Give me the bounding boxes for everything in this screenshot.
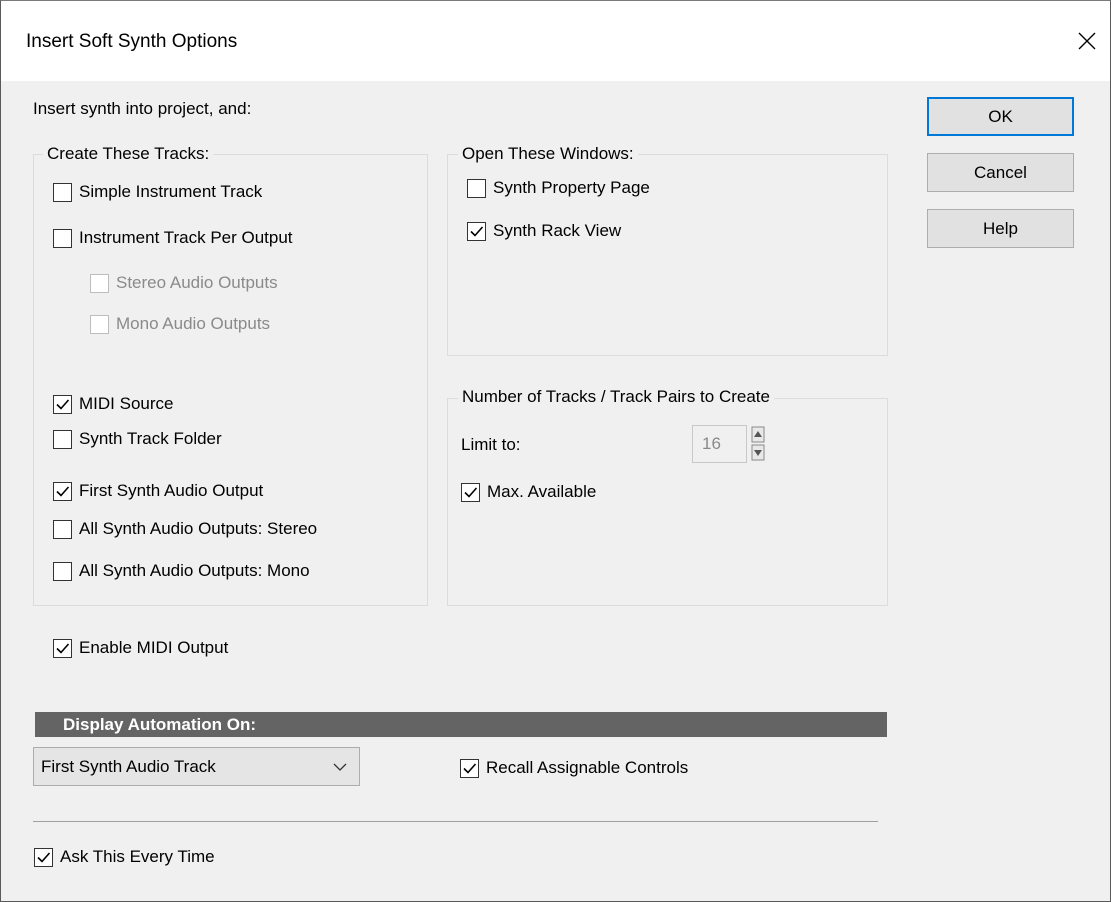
create-tracks-group-title: Create These Tracks: — [43, 144, 214, 164]
checkbox-box[interactable] — [53, 561, 72, 581]
checkbox-label: Synth Rack View — [493, 221, 622, 240]
checkbox-synth-rack-view[interactable]: Synth Rack View — [467, 221, 621, 241]
checkbox-label: Simple Instrument Track — [79, 182, 263, 201]
checkbox-simple-instrument-track[interactable]: Simple Instrument Track — [53, 182, 262, 202]
checkbox-box[interactable] — [467, 221, 486, 241]
checkbox-label: Max. Available — [487, 482, 597, 501]
check-icon — [464, 486, 478, 498]
open-windows-group-title: Open These Windows: — [458, 144, 638, 164]
checkbox-box[interactable] — [34, 847, 53, 867]
checkbox-box[interactable] — [53, 228, 72, 248]
help-button[interactable]: Help — [927, 209, 1074, 248]
checkbox-label: MIDI Source — [79, 394, 174, 413]
checkbox-box[interactable] — [53, 394, 72, 414]
ok-button[interactable]: OK — [927, 97, 1074, 136]
checkbox-label: Instrument Track Per Output — [79, 228, 293, 247]
close-icon — [1078, 32, 1096, 50]
checkbox-label: All Synth Audio Outputs: Mono — [79, 561, 310, 580]
display-automation-select[interactable]: First Synth Audio Track — [33, 747, 360, 786]
checkbox-box[interactable] — [460, 758, 479, 778]
chevron-down-icon — [333, 763, 347, 771]
spin-arrows-icon — [751, 426, 765, 461]
checkbox-box[interactable] — [53, 519, 72, 539]
checkbox-all-outputs-mono[interactable]: All Synth Audio Outputs: Mono — [53, 561, 310, 581]
checkbox-box[interactable] — [53, 182, 72, 202]
checkbox-stereo-audio-outputs[interactable]: Stereo Audio Outputs — [90, 273, 278, 293]
checkbox-mono-audio-outputs[interactable]: Mono Audio Outputs — [90, 314, 270, 334]
number-of-tracks-group-title: Number of Tracks / Track Pairs to Create — [458, 387, 774, 407]
check-icon — [56, 398, 70, 410]
intro-label: Insert synth into project, and: — [33, 99, 252, 118]
checkbox-box[interactable] — [90, 273, 109, 293]
dialog-title: Insert Soft Synth Options — [26, 31, 238, 52]
display-automation-header: Display Automation On: — [35, 712, 887, 737]
close-button[interactable] — [1064, 15, 1110, 67]
checkbox-enable-midi-output[interactable]: Enable MIDI Output — [53, 638, 228, 658]
cancel-button[interactable]: Cancel — [927, 153, 1074, 192]
checkbox-midi-source[interactable]: MIDI Source — [53, 394, 173, 414]
checkbox-label: All Synth Audio Outputs: Stereo — [79, 519, 318, 538]
checkbox-recall-assignable-controls[interactable]: Recall Assignable Controls — [460, 758, 688, 778]
checkbox-label: Enable MIDI Output — [79, 638, 229, 657]
checkbox-label: Recall Assignable Controls — [486, 758, 689, 777]
limit-to-label: Limit to: — [461, 435, 521, 454]
checkbox-synth-track-folder[interactable]: Synth Track Folder — [53, 429, 222, 449]
checkbox-max-available[interactable]: Max. Available — [461, 482, 596, 502]
checkbox-label: Synth Property Page — [493, 178, 650, 197]
check-icon — [470, 225, 484, 237]
checkbox-label: Mono Audio Outputs — [116, 314, 271, 333]
checkbox-ask-this-every-time[interactable]: Ask This Every Time — [34, 847, 215, 867]
separator-line — [33, 821, 878, 822]
insert-soft-synth-dialog: Insert Soft Synth Options Insert synth i… — [0, 0, 1111, 902]
checkbox-label: Synth Track Folder — [79, 429, 222, 448]
limit-to-spinner[interactable] — [751, 425, 765, 463]
checkbox-label: Stereo Audio Outputs — [116, 273, 278, 292]
check-icon — [56, 485, 70, 497]
checkbox-box[interactable] — [467, 178, 486, 198]
checkbox-first-synth-audio-output[interactable]: First Synth Audio Output — [53, 481, 263, 501]
title-bar: Insert Soft Synth Options — [1, 1, 1110, 81]
checkbox-box[interactable] — [53, 481, 72, 501]
checkbox-instrument-track-per-output[interactable]: Instrument Track Per Output — [53, 228, 293, 248]
checkbox-label: Ask This Every Time — [60, 847, 215, 866]
check-icon — [463, 762, 477, 774]
checkbox-box[interactable] — [90, 314, 109, 334]
limit-to-input[interactable]: 16 — [692, 425, 747, 463]
checkbox-box[interactable] — [53, 638, 72, 658]
check-icon — [56, 642, 70, 654]
display-automation-selected: First Synth Audio Track — [41, 756, 216, 776]
number-of-tracks-group — [447, 398, 888, 606]
display-automation-header-text: Display Automation On: — [63, 715, 256, 734]
checkbox-all-outputs-stereo[interactable]: All Synth Audio Outputs: Stereo — [53, 519, 317, 539]
check-icon — [37, 851, 51, 863]
checkbox-box[interactable] — [53, 429, 72, 449]
checkbox-box[interactable] — [461, 482, 480, 502]
checkbox-label: First Synth Audio Output — [79, 481, 264, 500]
checkbox-synth-property-page[interactable]: Synth Property Page — [467, 178, 650, 198]
